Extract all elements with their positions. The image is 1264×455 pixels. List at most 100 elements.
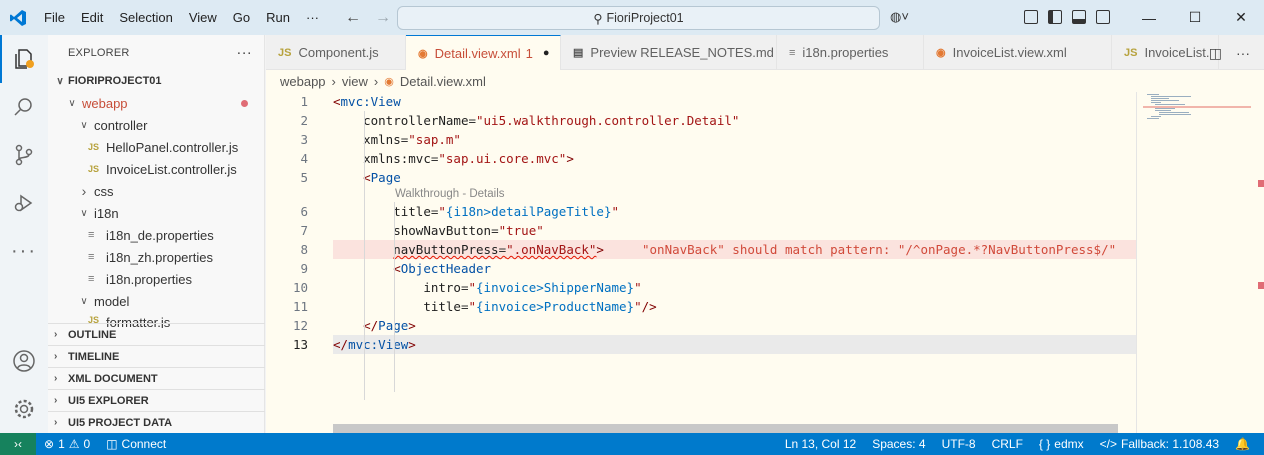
tree-item-i18n-de-properties[interactable]: ≡ i18n_de.properties: [48, 224, 264, 246]
source-control-icon[interactable]: [0, 131, 48, 179]
search-icon[interactable]: [0, 83, 48, 131]
extensions-more-icon[interactable]: ···: [0, 227, 48, 275]
project-name: FIORIPROJECT01: [68, 75, 162, 87]
run-debug-icon[interactable]: [0, 179, 48, 227]
codelens-label[interactable]: Walkthrough - Details: [395, 188, 505, 200]
toggle-panel-icon[interactable]: [1024, 10, 1038, 24]
line-number: 5: [300, 170, 308, 185]
unsaved-dot-icon[interactable]: ●: [543, 47, 550, 59]
notifications-icon[interactable]: 🔔: [1227, 437, 1258, 451]
indentation[interactable]: Spaces: 4: [864, 437, 933, 451]
tree-item-invoicelist-controller-js[interactable]: JS InvoiceList.controller.js: [48, 158, 264, 180]
toggle-secondary-sidebar-icon[interactable]: [1096, 10, 1110, 24]
code-line: title="{i18n>detailPageTitle}": [393, 204, 620, 219]
properties-file-icon: ≡: [88, 229, 95, 241]
vscode-logo-icon: [0, 0, 36, 35]
connect-button[interactable]: ◫ Connect: [98, 437, 174, 451]
inline-error-message: "onNavBack" should match pattern: "/^onP…: [642, 242, 1117, 257]
code-line: intro="{invoice>ShipperName}": [423, 280, 642, 295]
menu-go[interactable]: Go: [225, 0, 258, 35]
tab-i18n-properties[interactable]: ≡ i18n.properties: [777, 35, 924, 70]
toggle-primary-sidebar-icon[interactable]: [1048, 10, 1062, 24]
project-root[interactable]: ∨ FIORIPROJECT01: [48, 70, 264, 92]
menu-edit[interactable]: Edit: [73, 0, 111, 35]
chevron-down-icon: ∨: [80, 207, 88, 219]
cursor-position[interactable]: Ln 13, Col 12: [777, 437, 864, 451]
account-icon[interactable]: [0, 337, 48, 385]
language-label: edmx: [1054, 437, 1084, 451]
section-label: UI5 PROJECT DATA: [68, 416, 173, 429]
section-outline[interactable]: › OUTLINE: [48, 323, 265, 345]
editor-tabs: JS Component.js ◉ Detail.view.xml 1 ● ▤ Preview…: [266, 35, 1264, 70]
maximize-icon[interactable]: ☐: [1172, 0, 1218, 35]
section-timeline[interactable]: › TIMELINE: [48, 345, 265, 367]
xml-file-icon: ◉: [936, 47, 946, 59]
tab-component-js[interactable]: JS Component.js: [266, 35, 406, 70]
code-line: <mvc:View: [333, 94, 401, 109]
settings-gear-icon[interactable]: [0, 385, 48, 433]
code-icon: </>: [1099, 437, 1117, 451]
section-ui5-project-data[interactable]: › UI5 PROJECT DATA: [48, 411, 265, 433]
tab-preview-release-notes-md[interactable]: ▤ Preview RELEASE_NOTES.md: [561, 35, 777, 70]
horizontal-scrollbar[interactable]: [333, 424, 1118, 433]
section-label: UI5 EXPLORER: [68, 394, 149, 407]
more-actions-icon[interactable]: ···: [1236, 45, 1250, 62]
tree-item-webapp[interactable]: ∨ webapp: [48, 92, 264, 114]
line-number: 7: [300, 223, 308, 238]
explorer-more-button[interactable]: ···: [236, 44, 252, 61]
copilot-icon[interactable]: ◍˅: [890, 9, 909, 25]
tree-item-model[interactable]: ∨ model: [48, 290, 264, 312]
tree-item-i18n[interactable]: ∨ i18n: [48, 202, 264, 224]
properties-file-icon: ≡: [88, 251, 95, 263]
js-file-icon: JS: [278, 46, 292, 59]
breadcrumb-item[interactable]: Detail.view.xml: [400, 74, 486, 89]
tab-label: InvoiceList.: [1144, 45, 1210, 60]
tree-item-i18n-zh-properties[interactable]: ≡ i18n_zh.properties: [48, 246, 264, 268]
chevron-right-icon: ›: [54, 329, 58, 340]
arrow-left-icon[interactable]: ←: [345, 9, 361, 27]
code-editor[interactable]: 1 <mvc:View 2 controllerName="ui5.walkthro…: [266, 92, 1136, 433]
arrow-right-icon[interactable]: →: [375, 9, 391, 27]
tab-invoicelist-view-xml[interactable]: ◉ InvoiceList.view.xml: [924, 35, 1112, 70]
menu-run[interactable]: Run: [258, 0, 298, 35]
section-ui5-explorer[interactable]: › UI5 EXPLORER: [48, 389, 265, 411]
tab-label: InvoiceList.view.xml: [952, 45, 1067, 60]
close-icon[interactable]: ✕: [1218, 0, 1264, 35]
activity-bar: ···: [0, 35, 48, 433]
problems-indicator[interactable]: ⊗ 1 ⚠ 0: [36, 437, 98, 451]
menu-selection[interactable]: Selection: [111, 0, 180, 35]
tree-item-i18n-properties[interactable]: ≡ i18n.properties: [48, 268, 264, 290]
encoding[interactable]: UTF-8: [934, 437, 984, 451]
tree-item-label: i18n_de.properties: [106, 227, 214, 243]
menu-bar: File Edit Selection View Go Run ···: [36, 0, 327, 35]
menu-file[interactable]: File: [36, 0, 73, 35]
language-mode[interactable]: { } edmx: [1031, 437, 1092, 451]
line-number: 6: [300, 204, 308, 219]
tree-item-css[interactable]: › css: [48, 180, 264, 202]
split-editor-icon[interactable]: ◫: [1209, 45, 1222, 62]
code-line: <Page: [363, 170, 401, 185]
tree-item-controller[interactable]: ∨ controller: [48, 114, 264, 136]
line-ending[interactable]: CRLF: [984, 437, 1031, 451]
minimap[interactable]: [1136, 92, 1264, 433]
toggle-panel-bottom-icon[interactable]: [1072, 10, 1086, 24]
section-xml-document[interactable]: › XML DOCUMENT: [48, 367, 265, 389]
title-bar: File Edit Selection View Go Run ··· ← → …: [0, 0, 1264, 35]
tab-invoicelist-[interactable]: JS InvoiceList.: [1112, 35, 1219, 70]
chevron-right-icon: ›: [54, 373, 58, 384]
search-icon: ⚲: [593, 11, 603, 26]
explorer-icon[interactable]: [0, 35, 48, 83]
remote-icon[interactable]: ›‹: [0, 433, 36, 455]
minimize-icon[interactable]: —: [1126, 0, 1172, 35]
breadcrumb-item[interactable]: view: [342, 74, 368, 89]
menu-more[interactable]: ···: [298, 0, 327, 35]
tree-item-hellopanel-controller-js[interactable]: JS HelloPanel.controller.js: [48, 136, 264, 158]
command-center-search[interactable]: ⚲ FioriProject01: [397, 6, 880, 30]
ui5-version[interactable]: </> Fallback: 1.108.43: [1092, 437, 1227, 451]
tree-item-label: HelloPanel.controller.js: [106, 139, 239, 155]
breadcrumb-item[interactable]: webapp: [280, 74, 326, 89]
line-number: 4: [300, 151, 308, 166]
tab-detail-view-xml[interactable]: ◉ Detail.view.xml 1 ●: [406, 35, 561, 70]
xml-file-icon: ◉: [384, 75, 394, 88]
menu-view[interactable]: View: [181, 0, 225, 35]
